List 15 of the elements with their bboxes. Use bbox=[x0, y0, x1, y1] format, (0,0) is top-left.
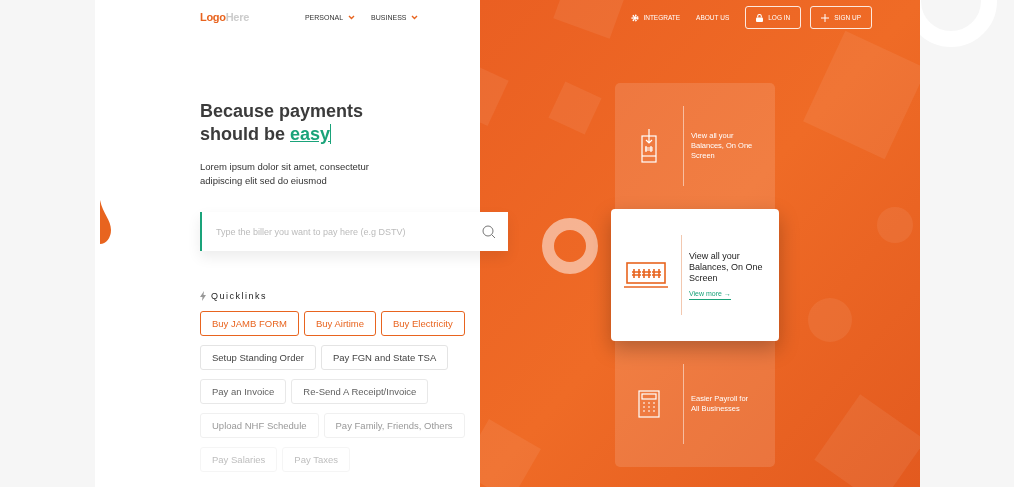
quicklink-button[interactable]: Buy Airtime bbox=[303, 311, 376, 336]
quicklink-button[interactable]: Buy JAMB FORM bbox=[200, 311, 299, 336]
quicklink-button[interactable]: Setup Standing Order bbox=[200, 345, 316, 370]
quicklink-button[interactable]: Pay Family, Friends, Others bbox=[323, 413, 465, 438]
quicklinks-title: Quicklinks bbox=[211, 291, 267, 301]
quicklink-button[interactable]: Re-Send A Receipt/Invoice bbox=[291, 379, 429, 404]
hero-heading: Because payments should be easy bbox=[200, 100, 365, 146]
quicklink-button[interactable]: Upload NHF Schedule bbox=[200, 413, 319, 438]
feature-text: View all your Balances, On One Screen bbox=[689, 250, 764, 284]
logo[interactable]: LogoHere bbox=[200, 11, 249, 23]
search-field[interactable]: Type the biller you want to pay here (e.g DSTV) bbox=[200, 212, 508, 251]
quicklink-button[interactable]: Pay FGN and State TSA bbox=[320, 345, 449, 370]
quicklink-button[interactable]: Pay an Invoice bbox=[200, 379, 287, 404]
quicklink-button[interactable]: Buy Electricity bbox=[381, 311, 465, 336]
hero-text: Lorem ipsum dolor sit amet, consectetur adipiscing elit sed do eiusmod bbox=[200, 160, 370, 188]
